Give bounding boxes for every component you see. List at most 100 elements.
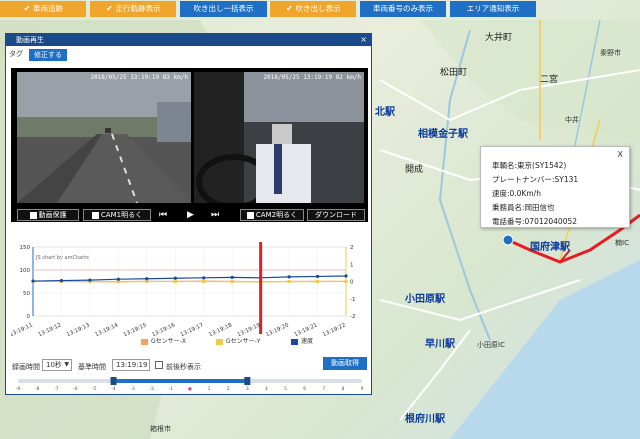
- toggle-route-display[interactable]: ✔ 走行軌跡表示: [90, 1, 176, 17]
- series-point: [287, 275, 291, 279]
- road-scene-image: [17, 72, 191, 203]
- series-point: [59, 278, 64, 283]
- tag-edit-button[interactable]: 修正する: [29, 49, 67, 61]
- slider-tick-label: 3: [246, 386, 249, 391]
- cam1-video[interactable]: 2018/05/25 13:19:19 83 km/h: [17, 72, 191, 203]
- slider-tick-label: -7: [54, 386, 59, 391]
- window-title-bar[interactable]: 動画再生 ×: [6, 34, 371, 46]
- tag-row: タグ 修正する: [6, 46, 371, 62]
- slider-tick-label: ●: [188, 387, 192, 391]
- slider-tick-label: -9: [16, 386, 21, 391]
- legend-gsensor-y[interactable]: Gセンサー-Y: [216, 336, 260, 345]
- base-time-input[interactable]: 13:19:19: [112, 359, 150, 371]
- toggle-all-balloons[interactable]: 吹き出し一括表示: [180, 1, 267, 17]
- toggle-vehicle-tracking[interactable]: ✔ 車両追跡: [0, 1, 86, 17]
- toggle-label: 走行軌跡表示: [115, 4, 161, 13]
- y-left-tick-label: 50: [23, 291, 30, 297]
- toggle-label: 車両番号のみ表示: [373, 4, 433, 13]
- check-icon: ✔: [286, 4, 293, 13]
- chart-credit: JS chart by amCharts: [35, 255, 89, 261]
- map-label-ninomiya: 二宮: [540, 75, 559, 85]
- x-tick-label: 13:19:15: [123, 322, 148, 336]
- slider-handle-end: [244, 377, 251, 385]
- series-point: [173, 276, 177, 280]
- map-label-nebukawa: 根府川駅: [405, 414, 445, 425]
- legend-speed[interactable]: 速度: [291, 336, 313, 345]
- x-tick-label: 13:19:12: [37, 322, 62, 336]
- map-label-odawara-ic: 小田原IC: [477, 341, 505, 349]
- series-point: [202, 276, 206, 280]
- map-label-hayakawa: 早川駅: [425, 339, 455, 350]
- slider-tick-label: -8: [35, 386, 40, 391]
- slider-tick-label: 1: [208, 386, 211, 391]
- popup-phone: 電話番号:07012040052: [492, 217, 578, 226]
- series-point: [344, 279, 348, 283]
- slider-tick-label: -6: [73, 386, 78, 391]
- series-point: [173, 279, 177, 283]
- y-left-tick-label: 150: [20, 245, 31, 251]
- map-label-kaisei: 開成: [405, 165, 424, 175]
- y-right-tick-label: 1: [350, 262, 354, 268]
- x-tick-label: 13:19:19: [237, 322, 262, 336]
- fetch-video-button[interactable]: 動画取得: [323, 357, 367, 370]
- y-right-tick-label: 0: [350, 280, 354, 286]
- chevron-down-icon: ▼: [64, 361, 69, 368]
- toggle-balloon-display[interactable]: ✔ 吹き出し表示: [270, 1, 356, 17]
- check-icon: ✔: [23, 4, 31, 13]
- y-left-tick-label: 100: [20, 268, 31, 274]
- legend-label: Gセンサー-X: [151, 338, 186, 345]
- duration-label: 録画時間: [12, 363, 40, 371]
- legend-gsensor-x[interactable]: Gセンサー-X: [141, 336, 186, 345]
- slider-svg: -9 -8 -7 -6 -5 -4 -3 -2 -1 ● 1 2 3 4 5 6 7 8 9: [16, 377, 364, 392]
- window-title: 動画再生: [16, 36, 44, 44]
- cabin-scene-image: [194, 72, 364, 203]
- x-tick-label: 13:19:13: [66, 322, 91, 336]
- toggle-vehicle-number-only[interactable]: 車両番号のみ表示: [360, 1, 446, 17]
- legend-swatch: [216, 338, 223, 345]
- slider-tick-label: 2: [227, 386, 230, 391]
- x-tick-label: 13:19:22: [322, 322, 347, 336]
- legend-label: 速度: [301, 338, 314, 345]
- video-area: 2018/05/25 13:19:19 83 km/h 2018/05/25 1…: [11, 68, 368, 208]
- sensor-chart: JS chart by amCharts 150 100 50 0 2 1 0 -1 -2 13:1…: [9, 214, 368, 342]
- map-label-matsuda: 松田町: [440, 68, 468, 78]
- x-tick-label: 13:19:21: [293, 322, 318, 336]
- x-tick-label: 13:19:20: [265, 322, 290, 336]
- cam1-timestamp: 2018/05/25 13:19:19 83 km/h: [90, 74, 188, 81]
- top-toolbar: ✔ 車両追跡 ✔ 走行軌跡表示 吹き出し一括表示 ✔ 吹き出し表示 車両番号のみ表示 …: [0, 0, 640, 18]
- series-point: [145, 280, 149, 283]
- map-label-odawara: 小田原駅: [405, 294, 445, 305]
- toggle-label: 車両追跡: [33, 4, 63, 13]
- window-close-button[interactable]: ×: [360, 34, 367, 46]
- slider-tick-label: -1: [169, 386, 174, 391]
- past-seconds-label: 前後秒表示: [166, 363, 201, 371]
- map-label-oi: 大井町: [485, 33, 513, 43]
- series-point: [202, 280, 206, 283]
- chart-svg: JS chart by amCharts150100500210-1-213:1…: [9, 242, 355, 338]
- legend-label: Gセンサー-Y: [226, 338, 261, 345]
- series-point: [287, 280, 291, 283]
- map-label-nakai: 中井: [565, 116, 579, 124]
- slider-handle-start: [110, 377, 117, 385]
- check-icon: ✔: [106, 4, 113, 13]
- toggle-label: 吹き出し表示: [295, 4, 341, 13]
- map-label-hakone: 箱根市: [150, 425, 171, 433]
- base-time-label: 基準時間: [78, 363, 106, 371]
- x-tick-label: 13:19:11: [11, 322, 34, 336]
- slider-tick-label: -3: [130, 386, 135, 391]
- toggle-area-notification[interactable]: エリア通知表示: [450, 1, 536, 17]
- series-point: [145, 277, 149, 281]
- past-seconds-checkbox[interactable]: [155, 361, 163, 369]
- video-player-window: 動画再生 × タグ 修正する 2018/05/25 13:19:19 83 km…: [5, 33, 372, 395]
- series-point: [88, 278, 92, 282]
- series-point: [116, 277, 120, 281]
- slider-tick-label: -4: [111, 386, 116, 391]
- map-label-kitashi: 北駅: [375, 107, 395, 118]
- popup-close-button[interactable]: X: [618, 150, 623, 159]
- series-point: [230, 275, 234, 279]
- time-range-slider[interactable]: -9 -8 -7 -6 -5 -4 -3 -2 -1 ● 1 2 3 4 5 6 7 8 9: [14, 377, 366, 392]
- series-point: [344, 274, 348, 278]
- legend-swatch: [141, 338, 148, 345]
- cam2-video[interactable]: 2018/05/25 13:19:19 82 km/h: [194, 72, 364, 203]
- duration-select[interactable]: 10秒 ▼: [42, 359, 72, 371]
